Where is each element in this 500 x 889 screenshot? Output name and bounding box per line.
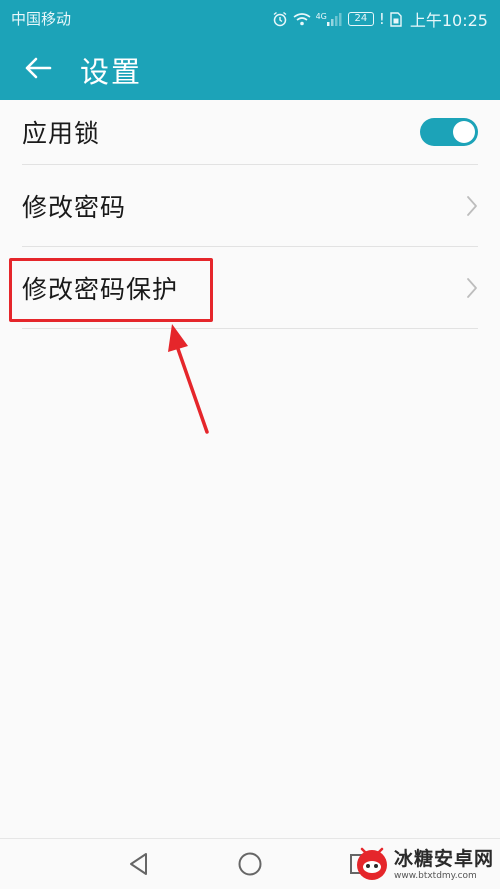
highlight-box (9, 258, 213, 322)
app-lock-toggle[interactable] (420, 118, 478, 146)
settings-screen: 中国移动 4G 24 ! 上午10:25 设置 应用锁 修改密码 修改密码保护 … (0, 0, 500, 889)
nav-back-button[interactable] (124, 849, 154, 879)
exclamation-icon: ! (378, 10, 385, 28)
clock: 上午10:25 (409, 11, 488, 30)
app-lock-label: 应用锁 (22, 119, 101, 148)
change-password-row[interactable]: 修改密码 (22, 165, 478, 247)
candy-logo-icon (356, 847, 387, 880)
battery-icon: 24 (347, 12, 374, 26)
back-button[interactable] (18, 50, 58, 86)
change-password-label: 修改密码 (22, 192, 127, 222)
toggle-knob (453, 121, 475, 143)
sim-icon (390, 11, 402, 27)
circle-home-icon (238, 852, 262, 876)
carrier-name: 中国移动 (11, 10, 72, 28)
signal-icon: 4G (316, 12, 343, 26)
arrow-left-icon (25, 57, 52, 79)
status-icons: 4G 24 ! 上午10:25 (272, 7, 488, 31)
watermark: 冰糖安卓网 www.btxtdmy.com (354, 847, 494, 883)
page-title: 设置 (80, 55, 143, 89)
watermark-title: 冰糖安卓网 (393, 847, 494, 870)
status-bar: 中国移动 4G 24 ! 上午10:25 (0, 0, 500, 36)
chevron-right-icon (467, 277, 477, 298)
triangle-back-icon (130, 853, 147, 875)
wifi-icon (293, 12, 311, 26)
alarm-icon (272, 11, 288, 27)
red-arrow-icon (168, 324, 209, 434)
chevron-right-icon (467, 195, 477, 216)
app-lock-row[interactable]: 应用锁 (22, 100, 478, 165)
nav-home-button[interactable] (235, 849, 265, 879)
watermark-url: www.btxtdmy.com (393, 870, 477, 881)
network-type: 4G (315, 12, 327, 21)
app-bar: 设置 (0, 36, 500, 100)
